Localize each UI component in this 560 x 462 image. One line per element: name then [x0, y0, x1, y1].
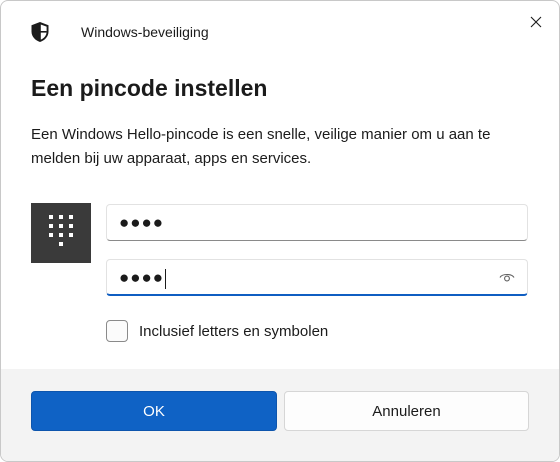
confirm-pin-input[interactable]: ●●●●: [106, 259, 528, 296]
title-bar: Windows-beveiliging: [1, 1, 559, 65]
app-title: Windows-beveiliging: [81, 24, 209, 40]
pin-input-value: ●●●●: [119, 213, 165, 232]
dialog-description: Een Windows Hello-pincode is een snelle,…: [31, 126, 491, 167]
ok-button[interactable]: OK: [31, 391, 277, 431]
pin-tile: [31, 203, 91, 263]
dialog-window: Windows-beveiliging Een pincode instelle…: [0, 0, 560, 462]
keypad-icon: [48, 214, 74, 253]
eye-icon[interactable]: [499, 270, 515, 284]
include-letters-option[interactable]: Inclusief letters en symbolen: [106, 319, 328, 343]
include-letters-label: Inclusief letters en symbolen: [139, 322, 329, 340]
cancel-button[interactable]: Annuleren: [284, 391, 529, 431]
dialog-content: Een pincode instellen Een Windows Hello-…: [1, 65, 559, 369]
confirm-pin-input-value: ●●●●: [119, 266, 167, 290]
dialog-footer: OK Annuleren: [1, 369, 559, 461]
confirm-pin-dots: ●●●●: [119, 268, 165, 287]
shield-icon: [30, 21, 50, 43]
close-button[interactable]: [513, 1, 559, 47]
close-icon: [530, 15, 542, 33]
text-caret: [165, 268, 167, 289]
pin-input[interactable]: ●●●●: [106, 204, 528, 241]
include-letters-checkbox[interactable]: [106, 320, 128, 342]
dialog-heading: Een pincode instellen: [31, 75, 268, 101]
